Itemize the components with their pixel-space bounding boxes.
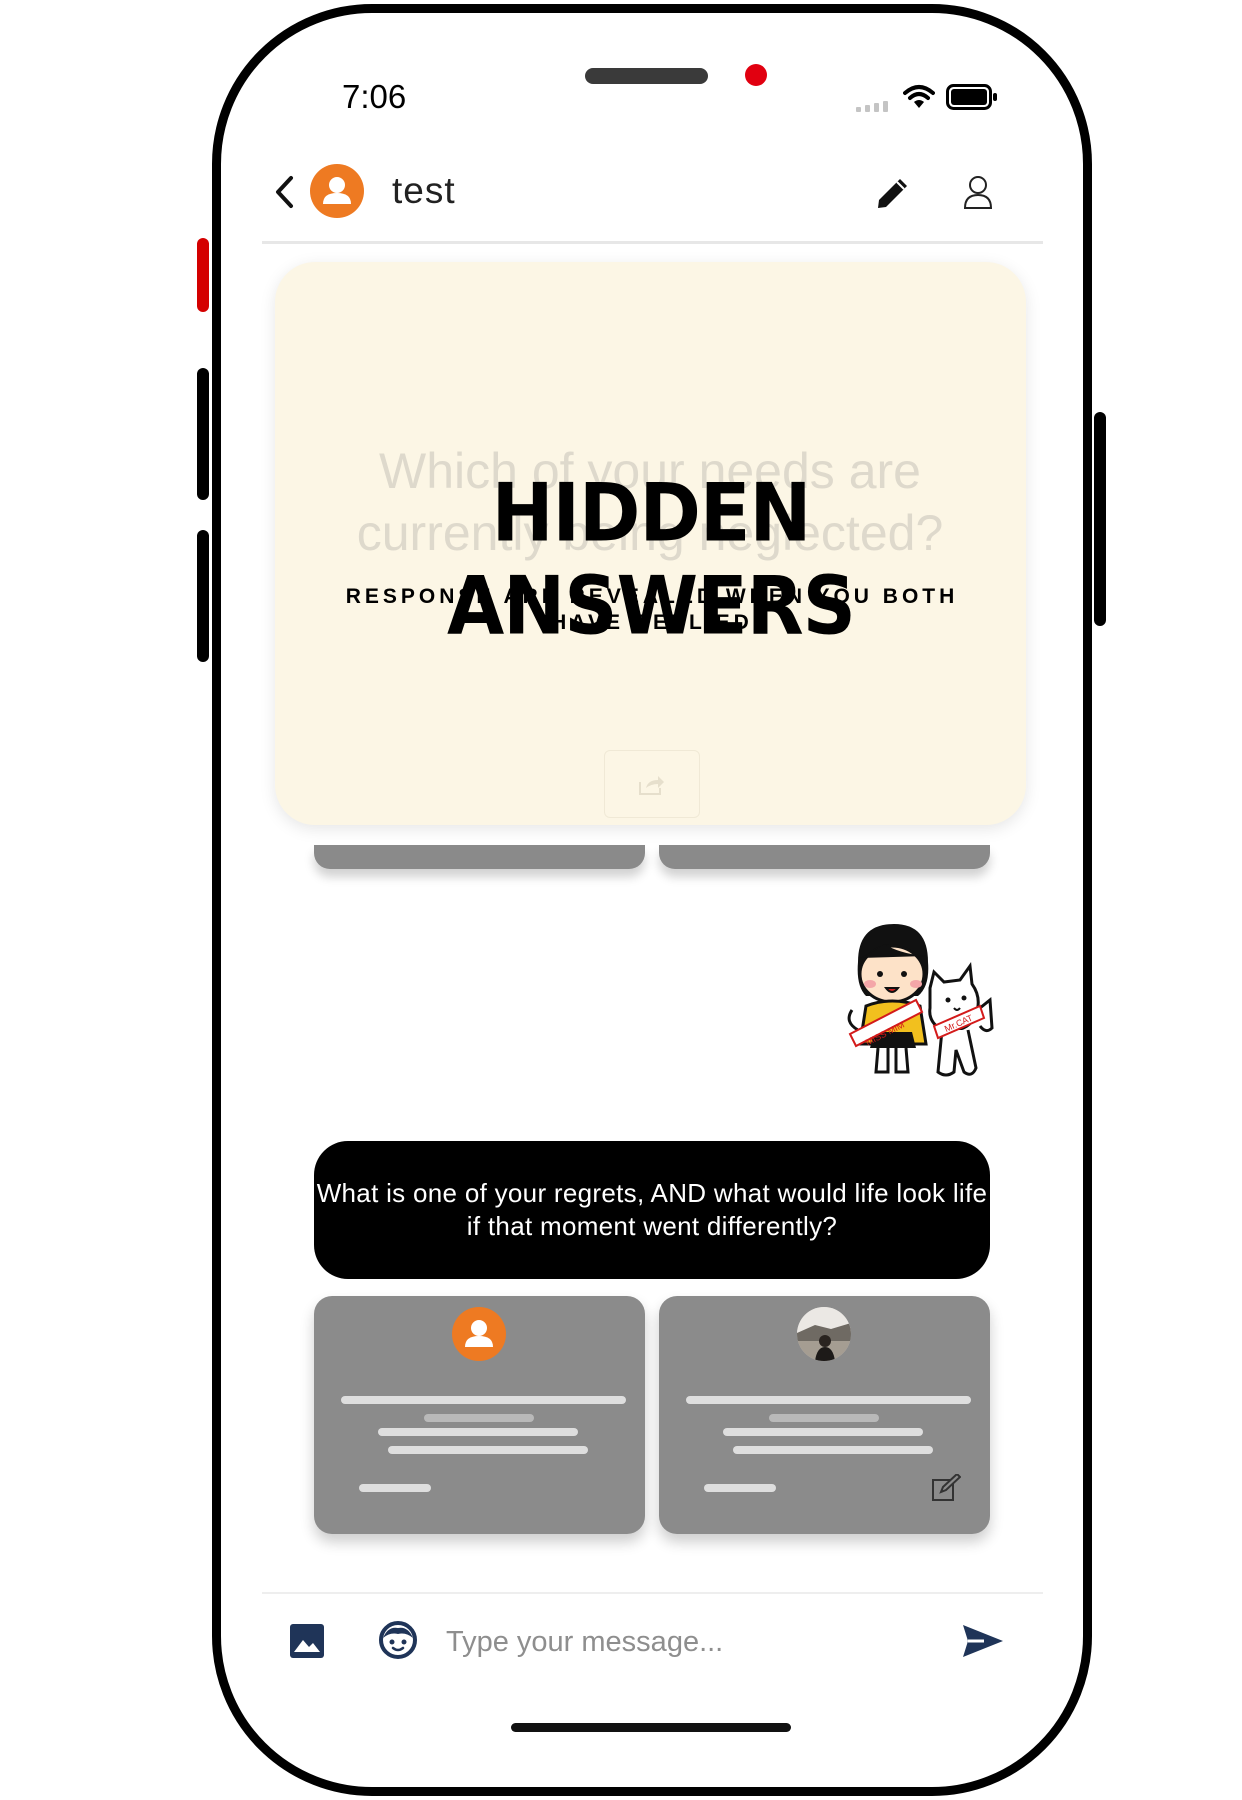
previous-answer-stub-left — [314, 845, 645, 869]
side-button-volume-down — [197, 530, 209, 662]
share-button[interactable] — [604, 750, 700, 818]
header-divider — [262, 241, 1043, 244]
image-icon[interactable] — [290, 1624, 324, 1658]
signal-icon — [856, 101, 888, 112]
previous-answer-stub-right — [659, 845, 990, 869]
blurred-line — [388, 1446, 588, 1454]
profile-icon[interactable] — [962, 174, 994, 210]
girl-figure: MISS MIM — [847, 924, 929, 1074]
blurred-line — [341, 1396, 626, 1404]
cat-figure: Mr.CAT — [928, 961, 994, 1077]
blurred-line — [378, 1428, 578, 1436]
miss-mim-sticker[interactable]: Mr.CAT MISS MIM — [830, 922, 996, 1090]
blurred-line — [723, 1428, 923, 1436]
answer-avatar-mine — [452, 1307, 506, 1361]
message-input[interactable] — [444, 1620, 928, 1664]
question-bubble: What is one of your regrets, AND what wo… — [314, 1141, 990, 1279]
answer-card-partner[interactable] — [659, 1296, 990, 1534]
partner-photo — [797, 1307, 851, 1361]
speaker-notch — [585, 68, 708, 84]
hidden-answers-subtitle: RESPONSE ARE REVEALED WHEN YOU BOTH HAVE… — [345, 585, 959, 634]
blurred-line — [704, 1484, 776, 1492]
send-icon[interactable] — [962, 1623, 1004, 1659]
side-button-power — [1094, 412, 1106, 626]
blurred-line — [769, 1414, 879, 1422]
share-icon — [639, 776, 664, 795]
answer-card-mine[interactable] — [314, 1296, 645, 1534]
status-time: 7:06 — [342, 78, 407, 115]
home-indicator — [511, 1723, 791, 1732]
answer-avatar-partner — [797, 1307, 851, 1361]
composer-divider — [262, 1592, 1043, 1594]
edit-pencil-icon[interactable] — [874, 174, 912, 212]
user-icon — [465, 1320, 493, 1347]
chat-title[interactable]: test — [392, 170, 456, 212]
side-button-mute — [197, 238, 209, 312]
camera-dot — [745, 64, 767, 86]
user-icon — [323, 177, 351, 204]
edit-note-icon[interactable] — [931, 1474, 961, 1504]
blurred-line — [733, 1446, 933, 1454]
chat-avatar[interactable] — [310, 164, 364, 218]
battery-icon — [946, 84, 997, 110]
blurred-line — [686, 1396, 971, 1404]
wifi-icon — [903, 85, 935, 108]
back-arrow-icon[interactable] — [274, 172, 294, 212]
blurred-line — [424, 1414, 534, 1422]
blurred-line — [359, 1484, 431, 1492]
emoji-icon[interactable] — [378, 1620, 418, 1660]
side-button-volume-up — [197, 368, 209, 500]
